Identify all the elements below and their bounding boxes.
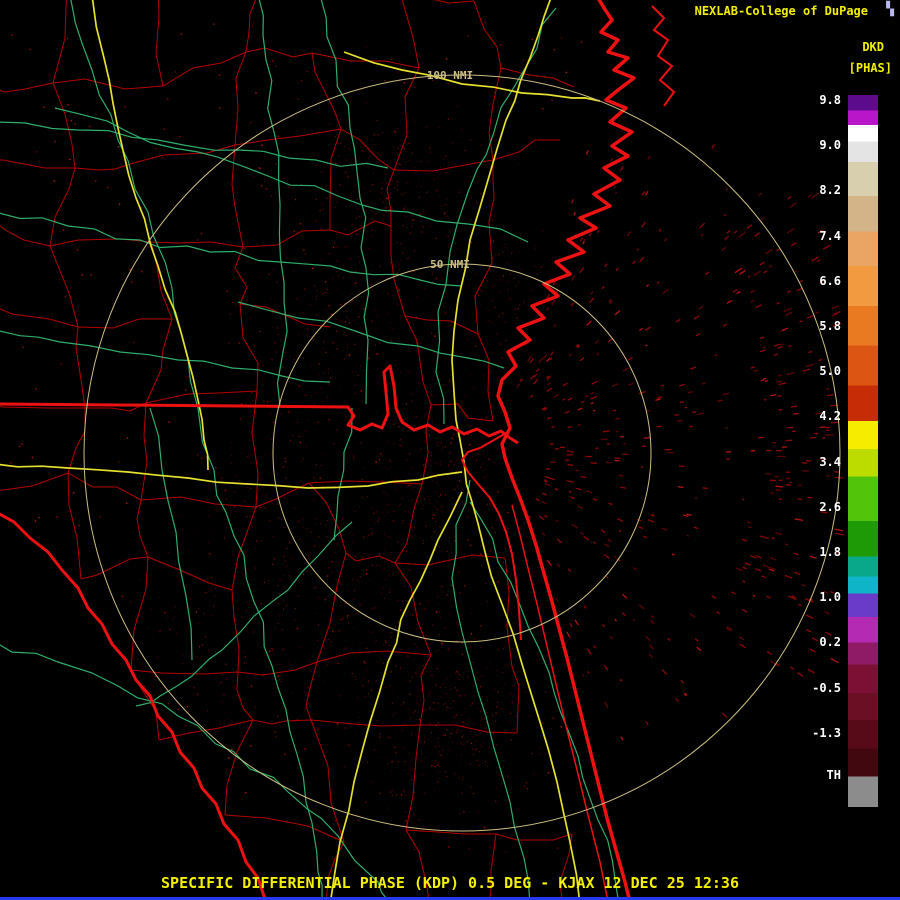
colorbar-tick: 0.2 <box>819 635 841 650</box>
colorbar-tick: -1.3 <box>812 725 841 740</box>
radar-display: 100 NMI 50 NMI NEXLAB-College of DuPage … <box>0 0 900 900</box>
cod-logo-icon: ▚ <box>886 2 894 17</box>
branding-text: NEXLAB-College of DuPage <box>694 4 868 18</box>
colorbar-tick: 1.8 <box>819 545 841 559</box>
colorbar-tick: 9.8 <box>819 93 841 107</box>
colorbar-tick: 3.4 <box>819 454 841 469</box>
radar-map: 100 NMI 50 NMI <box>0 0 845 900</box>
colorbar-tick: 4.2 <box>819 409 841 424</box>
product-code: DKD <box>862 40 884 54</box>
rivers-layer <box>0 0 620 900</box>
colorbar-tick: 8.2 <box>819 183 841 198</box>
colorbar-tick: 5.0 <box>819 364 841 379</box>
colorbar-tick: -0.5 <box>812 680 841 695</box>
colorbar-tick: 7.4 <box>819 228 841 243</box>
colorbar-tick: 9.0 <box>819 138 841 153</box>
range-ring-label-100nmi: 100 NMI <box>427 69 473 82</box>
colorbar <box>848 95 878 807</box>
product-units: [PHAS] <box>848 61 892 75</box>
county-lines-layer <box>0 0 575 900</box>
colorbar-tick: 6.6 <box>819 273 841 288</box>
radar-echo-layer <box>9 18 845 853</box>
colorbar-tick: 1.0 <box>819 590 841 605</box>
state-coast-borders-layer <box>0 0 676 900</box>
colorbar-tick: 5.8 <box>819 319 841 333</box>
threshold-label: TH <box>826 768 841 782</box>
range-ring-label-50nmi: 50 NMI <box>430 258 470 271</box>
colorbar-tick: 2.6 <box>819 499 841 514</box>
status-bar: SPECIFIC DIFFERENTIAL PHASE (KDP) 0.5 DE… <box>161 874 739 892</box>
